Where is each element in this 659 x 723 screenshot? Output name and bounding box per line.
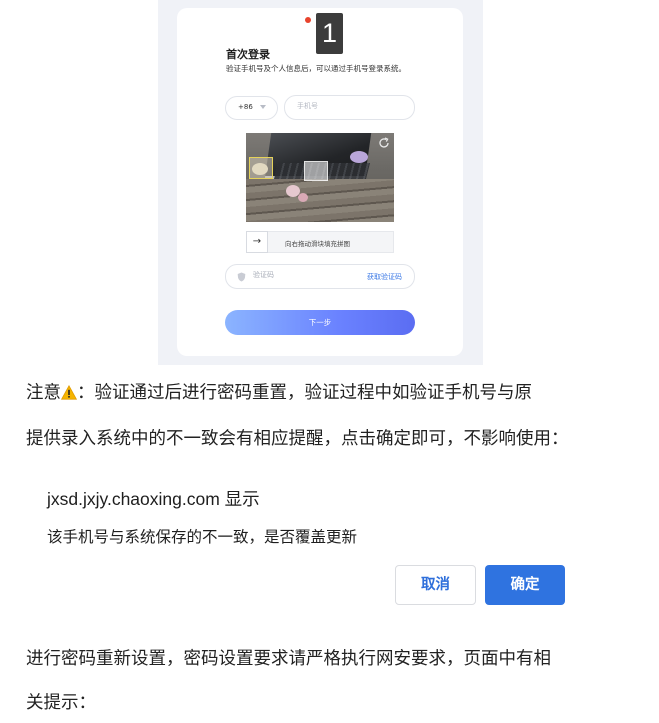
captcha-flower <box>350 151 368 163</box>
note-label: 注意 <box>26 383 61 403</box>
code-input[interactable] <box>253 271 343 279</box>
next-step-button[interactable]: 下一步 <box>225 310 415 335</box>
note-line-1: 注意 ：验证通过后进行密码重置，验证过程中如验证手机号与原 <box>26 379 532 404</box>
phone-input[interactable] <box>297 102 407 110</box>
login-title: 首次登录 <box>226 48 270 61</box>
confirm-button[interactable]: 确定 <box>485 565 565 605</box>
reset-line-1: 进行密码重新设置，密码设置要求请严格执行网安要求，页面中有相 <box>26 649 551 669</box>
login-card: 1 首次登录 验证手机号及个人信息后，可以通过手机号登录系统。 +86 手机号 … <box>177 8 463 356</box>
captcha-image <box>246 133 394 222</box>
dialog-host: jxsd.jxjy.chaoxing.com 显示 <box>47 489 260 509</box>
refresh-icon[interactable] <box>378 137 390 149</box>
shield-icon <box>237 272 246 282</box>
captcha-flower <box>298 193 308 202</box>
login-subtitle: 验证手机号及个人信息后，可以通过手机号登录系统。 <box>226 64 406 73</box>
reset-line-2: 关提示： <box>26 693 96 713</box>
code-field[interactable]: 获取验证码 <box>225 264 415 289</box>
note-text: ：验证通过后进行密码重置，验证过程中如验证手机号与原 <box>77 383 532 403</box>
warning-icon <box>61 385 77 400</box>
note-line-2: 提供录入系统中的不一致会有相应提醒，点击确定即可，不影响使用： <box>26 429 569 449</box>
country-code-value: +86 <box>238 103 253 111</box>
dialog-message: 该手机号与系统保存的不一致，是否覆盖更新 <box>47 528 358 546</box>
puzzle-piece[interactable] <box>249 157 273 179</box>
captcha-table <box>246 179 394 222</box>
captcha-slider[interactable]: → 向右拖动滑块填充拼图 <box>246 231 394 253</box>
login-screenshot: 1 首次登录 验证手机号及个人信息后，可以通过手机号登录系统。 +86 手机号 … <box>158 0 483 365</box>
puzzle-slot <box>304 161 328 181</box>
phone-field[interactable] <box>284 95 415 120</box>
country-code-select[interactable]: +86 <box>225 96 278 120</box>
arrow-right-icon[interactable]: → <box>246 231 268 253</box>
cancel-button[interactable]: 取消 <box>395 565 476 605</box>
chevron-down-icon <box>260 105 266 109</box>
get-code-link[interactable]: 获取验证码 <box>367 272 402 282</box>
marker-dot <box>305 17 311 23</box>
step-badge: 1 <box>316 13 343 54</box>
confirm-dialog: jxsd.jxjy.chaoxing.com 显示 该手机号与系统保存的不一致，… <box>27 469 587 629</box>
slider-hint: 向右拖动滑块填充拼图 <box>285 240 350 248</box>
